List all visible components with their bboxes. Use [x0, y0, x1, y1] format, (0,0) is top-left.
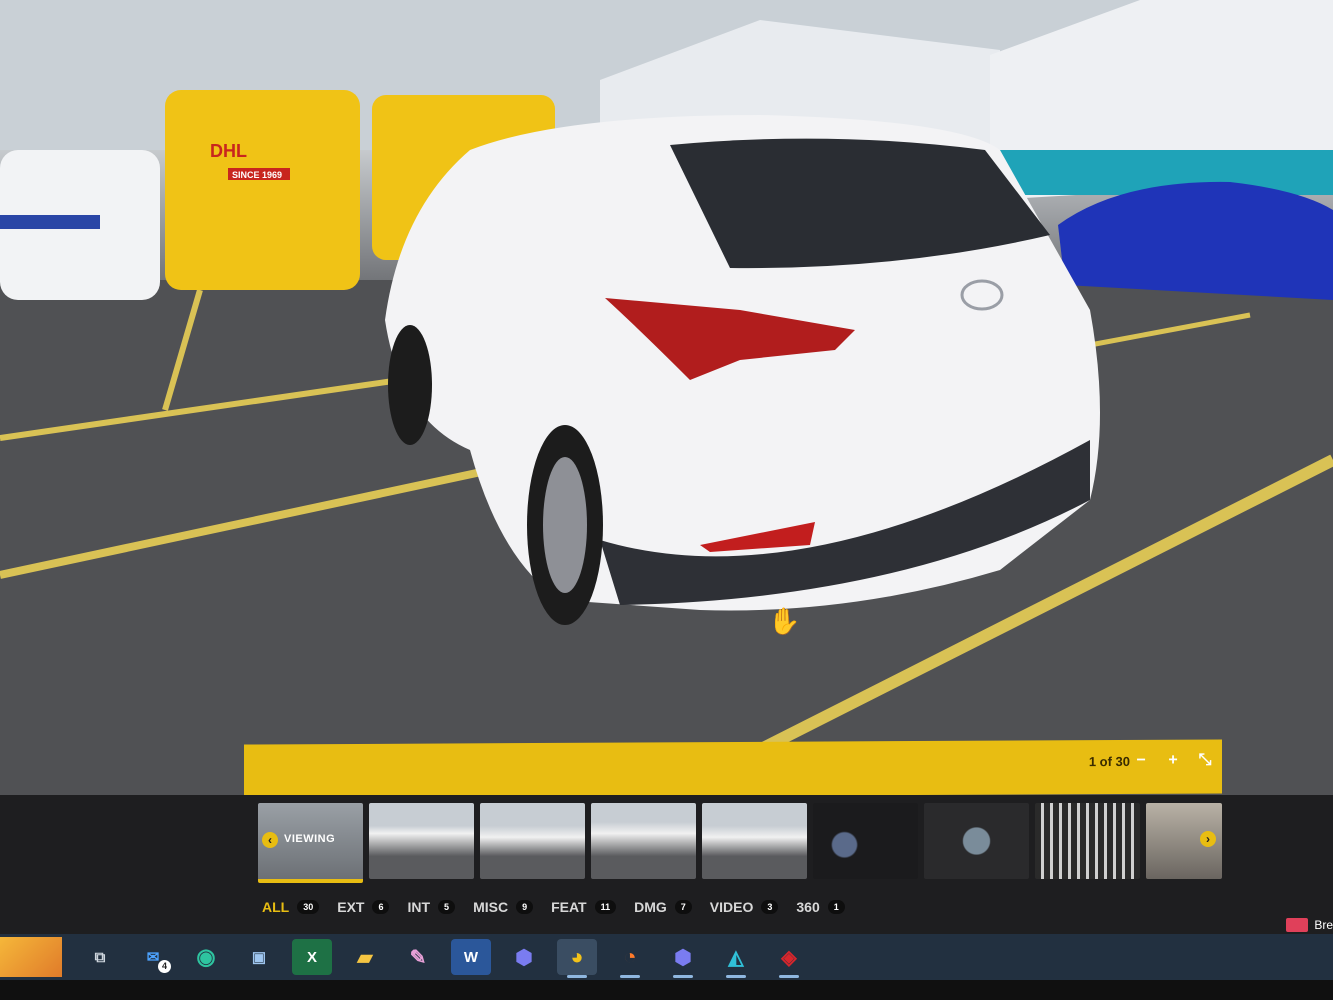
photo-scene: DHL SINCE 1969 ✋	[0, 0, 1333, 800]
thumbnail-9[interactable]: ›	[1146, 803, 1222, 879]
filter-label: VIDEO	[709, 899, 754, 915]
viewing-label: VIEWING	[284, 833, 336, 845]
viewer-toolbar: 1 of 30 − + ⤡	[244, 739, 1222, 799]
filter-label: EXT	[337, 899, 365, 915]
filter-label: DMG	[634, 899, 667, 915]
filter-360[interactable]: 360 1	[796, 899, 845, 915]
dhl-van-1	[165, 90, 360, 290]
windows-taskbar: ⧉ ✉ 4 ◉ ▣ X ▰ ✎ W ⬢ ◕ ◔ ⬢ ◭ ◈	[0, 934, 1333, 980]
mail-icon[interactable]: ✉ 4	[133, 939, 173, 975]
word-icon[interactable]: W	[451, 939, 491, 975]
thumbnail-3[interactable]	[480, 803, 585, 879]
remote-desktop-icon[interactable]: ▣	[239, 939, 279, 975]
zoom-in-icon[interactable]: +	[1162, 750, 1184, 772]
system-tray: Bre	[1286, 918, 1333, 932]
suv-rear-rim	[543, 457, 587, 593]
filter-count-badge: 7	[674, 900, 692, 914]
next-arrow-icon[interactable]: ›	[1200, 831, 1216, 847]
filter-label: MISC	[473, 899, 509, 915]
copilot-app-icon[interactable]: ⬢	[663, 939, 703, 978]
mail-badge: 4	[158, 960, 171, 973]
drag-hand-cursor-icon: ✋	[768, 606, 800, 637]
tray-app-icon[interactable]	[1286, 918, 1309, 932]
dhl-since-text: SINCE 1969	[232, 170, 282, 180]
filter-count-badge: 1	[827, 900, 845, 914]
filter-video[interactable]: VIDEO 3	[710, 899, 779, 915]
photo-category-filters: ALL 30 EXT 6 INT 5 MISC 9 FEAT 11 DMG 7 …	[262, 899, 845, 915]
van-stripe	[0, 215, 100, 229]
thumbnail-2[interactable]	[369, 803, 474, 879]
dhl-logo: DHL	[210, 141, 247, 161]
firefox-icon[interactable]: ◔	[610, 939, 650, 978]
filter-count-badge: 11	[594, 900, 617, 914]
thumbnail-7[interactable]	[924, 803, 1029, 879]
monitor-bezel	[0, 980, 1333, 1000]
filter-count-badge: 5	[438, 900, 456, 914]
filter-feat[interactable]: FEAT 11	[551, 899, 617, 915]
filter-label: ALL	[262, 899, 290, 915]
thumbnail-8[interactable]	[1035, 803, 1140, 879]
thumbnail-strip: ‹ VIEWING ›	[258, 803, 1222, 893]
thumbnail-panel: ‹ VIEWING › ALL 30 EXT 6 INT 5 MISC 9 FE…	[0, 795, 1333, 940]
suv-front-wheel	[388, 325, 432, 445]
vehicle-photo[interactable]: DHL SINCE 1969 ✋	[0, 0, 1333, 800]
prev-arrow-icon[interactable]: ‹	[262, 832, 278, 848]
filter-label: 360	[796, 899, 820, 915]
filter-count-badge: 3	[761, 900, 779, 914]
fullscreen-icon[interactable]: ⤡	[1194, 749, 1216, 771]
filter-label: INT	[407, 899, 431, 915]
filter-label: FEAT	[551, 899, 587, 915]
filter-int[interactable]: INT 5	[407, 899, 456, 915]
mountain-app-icon[interactable]: ◭	[716, 939, 756, 978]
filter-count-badge: 30	[297, 900, 320, 914]
excel-icon[interactable]: X	[292, 939, 332, 975]
blue-sedan	[1058, 181, 1333, 300]
copilot-icon[interactable]: ⬢	[504, 939, 544, 975]
photo-counter: 1 of 30	[1088, 753, 1130, 770]
thumbnail-5[interactable]	[702, 803, 807, 879]
filter-dmg[interactable]: DMG 7	[634, 899, 692, 915]
task-view-icon[interactable]: ⧉	[80, 939, 120, 975]
zoom-out-icon[interactable]: −	[1130, 750, 1152, 772]
filter-ext[interactable]: EXT 6	[337, 899, 390, 915]
thumbnail-6[interactable]	[813, 803, 918, 879]
paint-icon[interactable]: ✎	[398, 939, 438, 975]
file-explorer-icon[interactable]: ▰	[345, 939, 385, 975]
mcafee-icon[interactable]: ◈	[769, 939, 809, 978]
tray-text: Bre	[1314, 918, 1333, 932]
filter-all[interactable]: ALL 30	[262, 899, 320, 915]
thumbnail-1[interactable]: ‹ VIEWING	[258, 803, 363, 883]
filter-count-badge: 9	[516, 900, 534, 914]
edge-browser-icon[interactable]: ◉	[186, 939, 226, 975]
filter-count-badge: 6	[372, 900, 390, 914]
thumbnail-4[interactable]	[591, 803, 696, 879]
widgets-weather-icon[interactable]	[0, 937, 62, 977]
filter-misc[interactable]: MISC 9	[473, 899, 534, 915]
chrome-icon[interactable]: ◕	[557, 939, 597, 978]
